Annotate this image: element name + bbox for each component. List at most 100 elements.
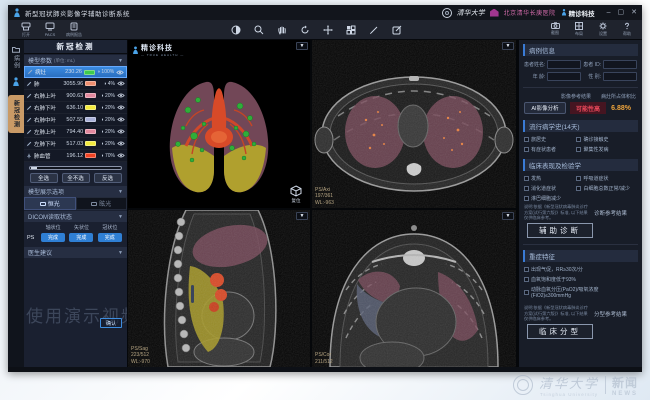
model-params-header[interactable]: 模型参数 (单位: mL) ▼ xyxy=(24,55,127,66)
open-button[interactable]: 打开 xyxy=(14,22,38,38)
invert-selection-button[interactable]: 反选 xyxy=(94,173,122,183)
checkbox[interactable] xyxy=(524,147,529,152)
measure-pencil-icon[interactable] xyxy=(369,25,379,35)
visibility-eye-icon[interactable] xyxy=(117,81,125,86)
structure-row-lll[interactable]: 左肺下叶 517.03 ◑ 20% xyxy=(24,138,127,150)
layout-grid-icon[interactable] xyxy=(346,25,356,35)
structure-row-vessels[interactable]: 肺血管 196.12 ◑ 70% xyxy=(24,150,127,162)
viewport-menu-button[interactable]: ▼ xyxy=(296,42,308,50)
severe-features-header[interactable]: 重症特征 xyxy=(523,250,638,262)
structure-row-rll[interactable]: 右肺下叶 636.10 ◑ 20% xyxy=(24,102,127,114)
viewport-menu-button[interactable]: ▼ xyxy=(502,212,514,220)
axial-done-button[interactable]: 完成 xyxy=(41,233,65,242)
viewport-3d[interactable]: 精诊科技 — TRUE HEALTH — 复位 ▼ xyxy=(128,40,310,208)
check-symptomatic-patient[interactable]: 有症状患者 xyxy=(524,146,574,153)
visibility-eye-icon[interactable] xyxy=(117,93,125,98)
tab-fixed-light[interactable]: 恒光 xyxy=(24,197,76,210)
settings-button[interactable]: 设置 xyxy=(594,22,612,37)
screenshot-button[interactable]: 截图 xyxy=(546,22,564,37)
checkbox[interactable] xyxy=(524,196,529,201)
color-swatch[interactable] xyxy=(85,129,96,134)
checkbox[interactable] xyxy=(524,186,529,191)
viewport-axial[interactable]: PS/Axi 197/361 WL:-963 ▼ xyxy=(312,40,516,208)
structure-row-lul[interactable]: 左肺上叶 794.40 ◑ 20% xyxy=(24,126,127,138)
ai-analyze-button[interactable]: AI影像分析 xyxy=(524,102,566,114)
layout-button[interactable]: 布局 xyxy=(570,22,588,37)
checkbox[interactable] xyxy=(524,277,529,282)
color-swatch[interactable] xyxy=(85,81,96,86)
color-swatch[interactable] xyxy=(85,153,96,158)
display-options-header[interactable]: 模型展示选项 ▼ xyxy=(24,186,127,197)
rotate-icon[interactable] xyxy=(300,25,310,35)
color-swatch[interactable] xyxy=(85,105,96,110)
color-swatch[interactable] xyxy=(85,141,96,146)
check-digestive[interactable]: 消化道症状 xyxy=(524,185,574,192)
viewport-menu-button[interactable]: ▼ xyxy=(502,42,514,50)
structure-row-lung[interactable]: 肺 3055.96 ◑ 4% xyxy=(24,78,127,90)
move-icon[interactable] xyxy=(323,25,333,35)
age-field[interactable] xyxy=(547,72,581,81)
check-cluster-onset[interactable]: 聚集性发病 xyxy=(576,146,637,153)
dicom-status-header[interactable]: DICOM读取状态 ▼ xyxy=(24,211,127,222)
structure-row-rul[interactable]: 右肺上叶 900.63 ◑ 20% xyxy=(24,90,127,102)
check-fever[interactable]: 发热 xyxy=(524,175,574,182)
rail-tab-covid-detect[interactable]: 新冠检测 xyxy=(8,95,24,133)
check-lymphocyte[interactable]: 淋巴细胞减少 xyxy=(524,195,574,202)
zoom-icon[interactable] xyxy=(254,25,264,35)
checkbox[interactable] xyxy=(524,267,529,272)
visibility-eye-icon[interactable] xyxy=(117,129,125,134)
check-respiratory[interactable]: 呼吸道症状 xyxy=(576,175,637,182)
check-pao2-fio2[interactable]: 动脉血氧分压(PaO2)/吸氧浓度(FiO2)≤300mmHg xyxy=(524,286,637,299)
confirm-button[interactable]: 确认 xyxy=(100,318,122,328)
name-field[interactable] xyxy=(547,60,581,69)
case-info-header[interactable]: 病例信息 xyxy=(523,44,638,56)
check-shortness-breath[interactable]: 出现气促，RR≥30次/分 xyxy=(524,266,637,273)
structure-row-lesion[interactable]: 病灶 230.26 ◑ 100% xyxy=(24,66,127,78)
checkbox[interactable] xyxy=(524,290,529,295)
gender-field[interactable] xyxy=(603,72,637,81)
rail-person-icon[interactable] xyxy=(12,77,20,87)
doctor-advice-header[interactable]: 医生建议 ▼ xyxy=(24,247,127,258)
sagittal-done-button[interactable]: 完成 xyxy=(69,233,93,242)
minimize-button[interactable]: – xyxy=(607,5,611,20)
id-field[interactable] xyxy=(603,60,637,69)
color-swatch[interactable] xyxy=(85,93,96,98)
opacity-slider[interactable] xyxy=(29,166,122,170)
select-all-button[interactable]: 全选 xyxy=(30,173,58,183)
structure-row-rml[interactable]: 右肺中叶 507.55 ◑ 20% xyxy=(24,114,127,126)
checkbox[interactable] xyxy=(576,186,581,191)
maximize-button[interactable]: ▢ xyxy=(618,5,625,20)
visibility-eye-icon[interactable] xyxy=(117,141,125,146)
close-button[interactable]: ✕ xyxy=(631,5,637,20)
rail-tab-case[interactable]: 病例 xyxy=(12,46,21,69)
visibility-eye-icon[interactable] xyxy=(117,153,125,158)
viewport-sagittal[interactable]: PS/Sag 223/512 WL:-970 ▼ xyxy=(128,210,310,367)
assist-diagnosis-button[interactable]: 辅助诊断 xyxy=(527,223,593,238)
clinical-classification-button[interactable]: 临床分型 xyxy=(527,324,593,339)
select-none-button[interactable]: 全不选 xyxy=(62,173,90,183)
coronal-done-button[interactable]: 完成 xyxy=(98,233,122,242)
slider-thumb[interactable] xyxy=(31,167,37,169)
pan-hand-icon[interactable] xyxy=(277,25,287,35)
reset-view-button[interactable]: 复位 xyxy=(290,185,302,204)
tab-glow-light[interactable]: 眩光 xyxy=(76,197,128,210)
checkbox[interactable] xyxy=(576,147,581,152)
checkbox[interactable] xyxy=(524,137,529,142)
check-spo2[interactable]: 血氧饱和度低于93% xyxy=(524,276,637,283)
help-button[interactable]: 帮助 xyxy=(618,22,636,37)
clinical-header[interactable]: 临床表现及检验学 xyxy=(523,159,638,171)
visibility-eye-icon[interactable] xyxy=(117,105,125,110)
viewport-split-handle[interactable] xyxy=(191,285,194,303)
viewport-coronal[interactable]: PS/Cor 211/512 ▼ xyxy=(312,210,516,367)
contrast-icon[interactable] xyxy=(231,25,241,35)
visibility-eye-icon[interactable] xyxy=(116,70,124,75)
checkbox[interactable] xyxy=(524,176,529,181)
check-wbc[interactable]: 白细胞总数正常/减少 xyxy=(576,185,637,192)
epidemiology-header[interactable]: 流行病学史(14天) xyxy=(523,120,638,132)
case-report-button[interactable]: 病例报告 xyxy=(62,22,86,38)
color-swatch[interactable] xyxy=(84,70,95,75)
viewport-menu-button[interactable]: ▼ xyxy=(296,212,308,220)
check-confirmed-contact[interactable]: 确诊接触史 xyxy=(576,136,637,143)
visibility-eye-icon[interactable] xyxy=(117,117,125,122)
checkbox[interactable] xyxy=(576,176,581,181)
